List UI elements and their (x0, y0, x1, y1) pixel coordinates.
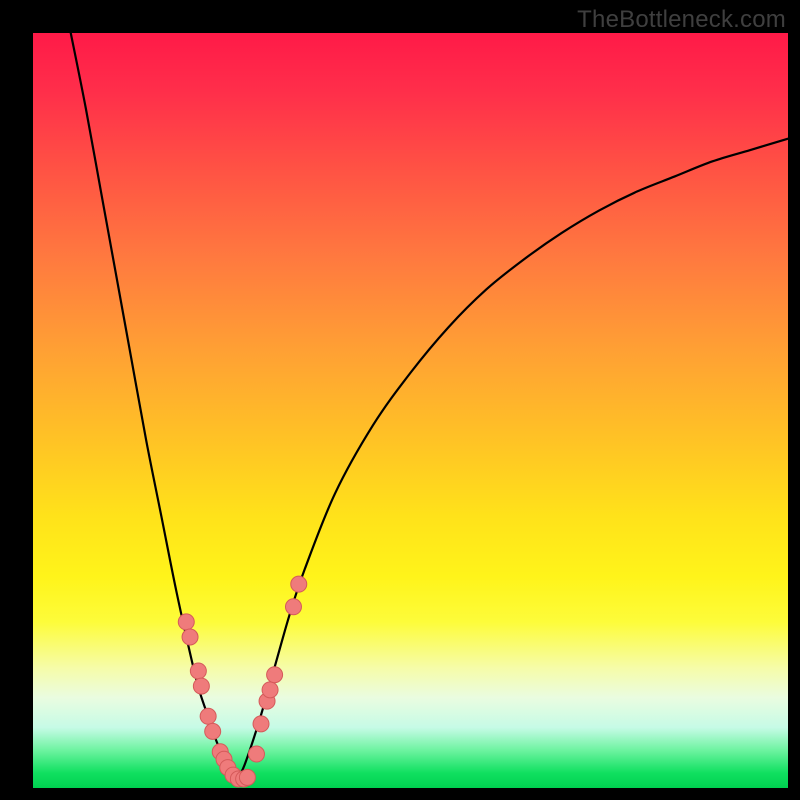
data-marker (291, 576, 307, 592)
data-marker (200, 708, 216, 724)
watermark-text: TheBottleneck.com (577, 6, 786, 34)
data-marker (267, 667, 283, 683)
left-curve (71, 33, 237, 779)
data-marker (253, 716, 269, 732)
data-marker (285, 599, 301, 615)
curves-layer (33, 33, 788, 788)
data-marker (178, 614, 194, 630)
data-marker (205, 723, 221, 739)
data-marker (193, 678, 209, 694)
plot-area (33, 33, 788, 788)
data-marker (182, 629, 198, 645)
right-curve (237, 139, 788, 779)
data-marker (239, 769, 255, 785)
data-marker (248, 746, 264, 762)
data-markers (178, 576, 306, 787)
data-marker (262, 682, 278, 698)
chart-frame: TheBottleneck.com (0, 0, 800, 800)
data-marker (190, 663, 206, 679)
